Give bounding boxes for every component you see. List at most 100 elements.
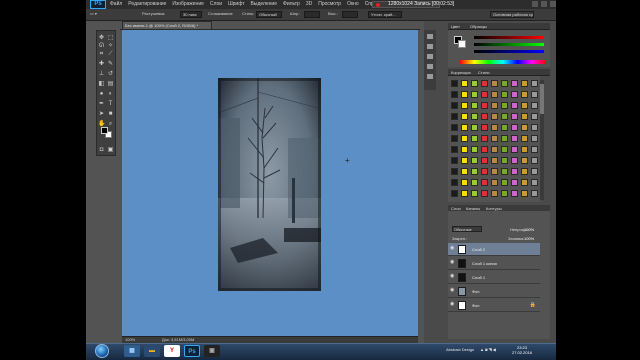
- style-preset[interactable]: [451, 190, 458, 197]
- style-preset[interactable]: [501, 91, 508, 98]
- style-preset[interactable]: [501, 179, 508, 186]
- style-preset[interactable]: [511, 168, 518, 175]
- style-preset[interactable]: [461, 168, 468, 175]
- visibility-eye-icon[interactable]: ◉: [450, 274, 455, 279]
- style-preset[interactable]: [511, 135, 518, 142]
- document-tab[interactable]: Без имени-1 @ 100% (Слой 2, RGB/8) *: [122, 21, 212, 29]
- style-preset[interactable]: [521, 146, 528, 153]
- style-preset[interactable]: [521, 91, 528, 98]
- style-preset[interactable]: [451, 91, 458, 98]
- style-preset[interactable]: [451, 135, 458, 142]
- style-preset[interactable]: [521, 135, 528, 142]
- taskbar-recorder-icon[interactable]: ▣: [204, 345, 220, 357]
- style-preset[interactable]: [491, 102, 498, 109]
- history-icon[interactable]: [427, 34, 433, 39]
- style-select[interactable]: Обычный: [256, 11, 282, 18]
- menu-item-type[interactable]: Шрифт: [228, 1, 244, 7]
- brush-presets-icon[interactable]: [427, 74, 433, 79]
- style-preset[interactable]: [531, 124, 538, 131]
- visibility-eye-icon[interactable]: ◉: [450, 288, 455, 293]
- style-preset[interactable]: [511, 179, 518, 186]
- style-preset[interactable]: [511, 102, 518, 109]
- style-preset[interactable]: [531, 190, 538, 197]
- taskbar-photoshop-icon[interactable]: Ps: [184, 345, 200, 357]
- style-preset[interactable]: [521, 179, 528, 186]
- photoshop-logo[interactable]: Ps: [90, 0, 106, 9]
- style-preset[interactable]: [481, 91, 488, 98]
- workspace-select[interactable]: Основная рабочая среда: [490, 11, 534, 18]
- refine-edge-button[interactable]: Уточн. край...: [368, 11, 402, 18]
- style-preset[interactable]: [531, 157, 538, 164]
- menu-item-filter[interactable]: Фильтр: [283, 1, 300, 7]
- style-preset[interactable]: [511, 113, 518, 120]
- marquee-tool-icon[interactable]: ▭ ▾: [90, 11, 97, 16]
- taskbar-yandex-icon[interactable]: Y: [164, 345, 180, 357]
- style-preset[interactable]: [451, 80, 458, 87]
- taskbar-folder-icon[interactable]: ▬: [144, 345, 160, 357]
- style-preset[interactable]: [471, 179, 478, 186]
- menu-item-file[interactable]: Файл: [110, 1, 122, 7]
- layer-thumbnail[interactable]: [458, 287, 466, 296]
- width-input[interactable]: [304, 11, 320, 18]
- dodge-tool-icon[interactable]: ◐: [107, 91, 114, 97]
- style-preset[interactable]: [451, 124, 458, 131]
- style-preset[interactable]: [461, 91, 468, 98]
- system-clock[interactable]: 23:23 27.02.2016: [512, 345, 532, 355]
- brush-tool-icon[interactable]: ✎: [107, 61, 114, 67]
- style-preset[interactable]: [451, 157, 458, 164]
- quick-mask-icon[interactable]: ◘: [98, 147, 105, 153]
- layer-name[interactable]: Слой 2: [472, 247, 485, 252]
- green-slider[interactable]: [474, 43, 544, 46]
- menu-item-edit[interactable]: Редактирование: [128, 1, 166, 7]
- properties-icon[interactable]: [427, 54, 433, 59]
- layer-row[interactable]: ◉ Слой 2: [448, 243, 540, 256]
- style-preset[interactable]: [481, 157, 488, 164]
- lasso-tool-icon[interactable]: ᘏ: [98, 43, 105, 49]
- style-preset[interactable]: [531, 135, 538, 142]
- clone-stamp-icon[interactable]: ⊥: [98, 71, 105, 77]
- style-preset[interactable]: [471, 113, 478, 120]
- red-slider[interactable]: [474, 36, 544, 39]
- taskbar-explorer-icon[interactable]: ▦: [124, 345, 140, 357]
- style-preset[interactable]: [531, 102, 538, 109]
- minimize-icon[interactable]: [532, 1, 538, 7]
- menu-item-image[interactable]: Изображение: [172, 1, 204, 7]
- layer-name[interactable]: Фон: [472, 303, 479, 308]
- path-select-icon[interactable]: ➤: [98, 111, 105, 117]
- style-preset[interactable]: [471, 124, 478, 131]
- style-preset[interactable]: [491, 168, 498, 175]
- style-preset[interactable]: [461, 113, 468, 120]
- style-preset[interactable]: [501, 113, 508, 120]
- marquee-icon[interactable]: ⬚: [107, 35, 114, 41]
- screen-mode-icon[interactable]: ▣: [107, 147, 114, 153]
- eraser-tool-icon[interactable]: ◧: [98, 81, 105, 87]
- style-preset[interactable]: [521, 124, 528, 131]
- fill-input[interactable]: 100%: [524, 236, 534, 241]
- visibility-eye-icon[interactable]: ◉: [450, 260, 455, 265]
- move-tool-icon[interactable]: ✥: [98, 35, 105, 41]
- style-preset[interactable]: [461, 124, 468, 131]
- style-preset[interactable]: [531, 80, 538, 87]
- actions-icon[interactable]: [427, 44, 433, 49]
- tab-adjustments[interactable]: Коррекция: [451, 69, 471, 76]
- style-preset[interactable]: [481, 135, 488, 142]
- style-preset[interactable]: [471, 80, 478, 87]
- style-preset[interactable]: [461, 157, 468, 164]
- style-preset[interactable]: [491, 124, 498, 131]
- style-preset[interactable]: [481, 102, 488, 109]
- layer-name[interactable]: Слой 1: [472, 275, 485, 280]
- style-preset[interactable]: [531, 179, 538, 186]
- style-preset[interactable]: [451, 102, 458, 109]
- opacity-input[interactable]: 100%: [524, 227, 534, 232]
- zoom-tool-icon[interactable]: ⌕: [107, 121, 114, 127]
- style-preset[interactable]: [451, 179, 458, 186]
- blur-tool-icon[interactable]: ●: [98, 91, 105, 97]
- style-preset[interactable]: [471, 168, 478, 175]
- layer-thumbnail[interactable]: [458, 245, 466, 254]
- style-preset[interactable]: [501, 124, 508, 131]
- style-preset[interactable]: [501, 157, 508, 164]
- style-preset[interactable]: [491, 113, 498, 120]
- style-preset[interactable]: [491, 190, 498, 197]
- style-preset[interactable]: [521, 157, 528, 164]
- info-icon[interactable]: [427, 64, 433, 69]
